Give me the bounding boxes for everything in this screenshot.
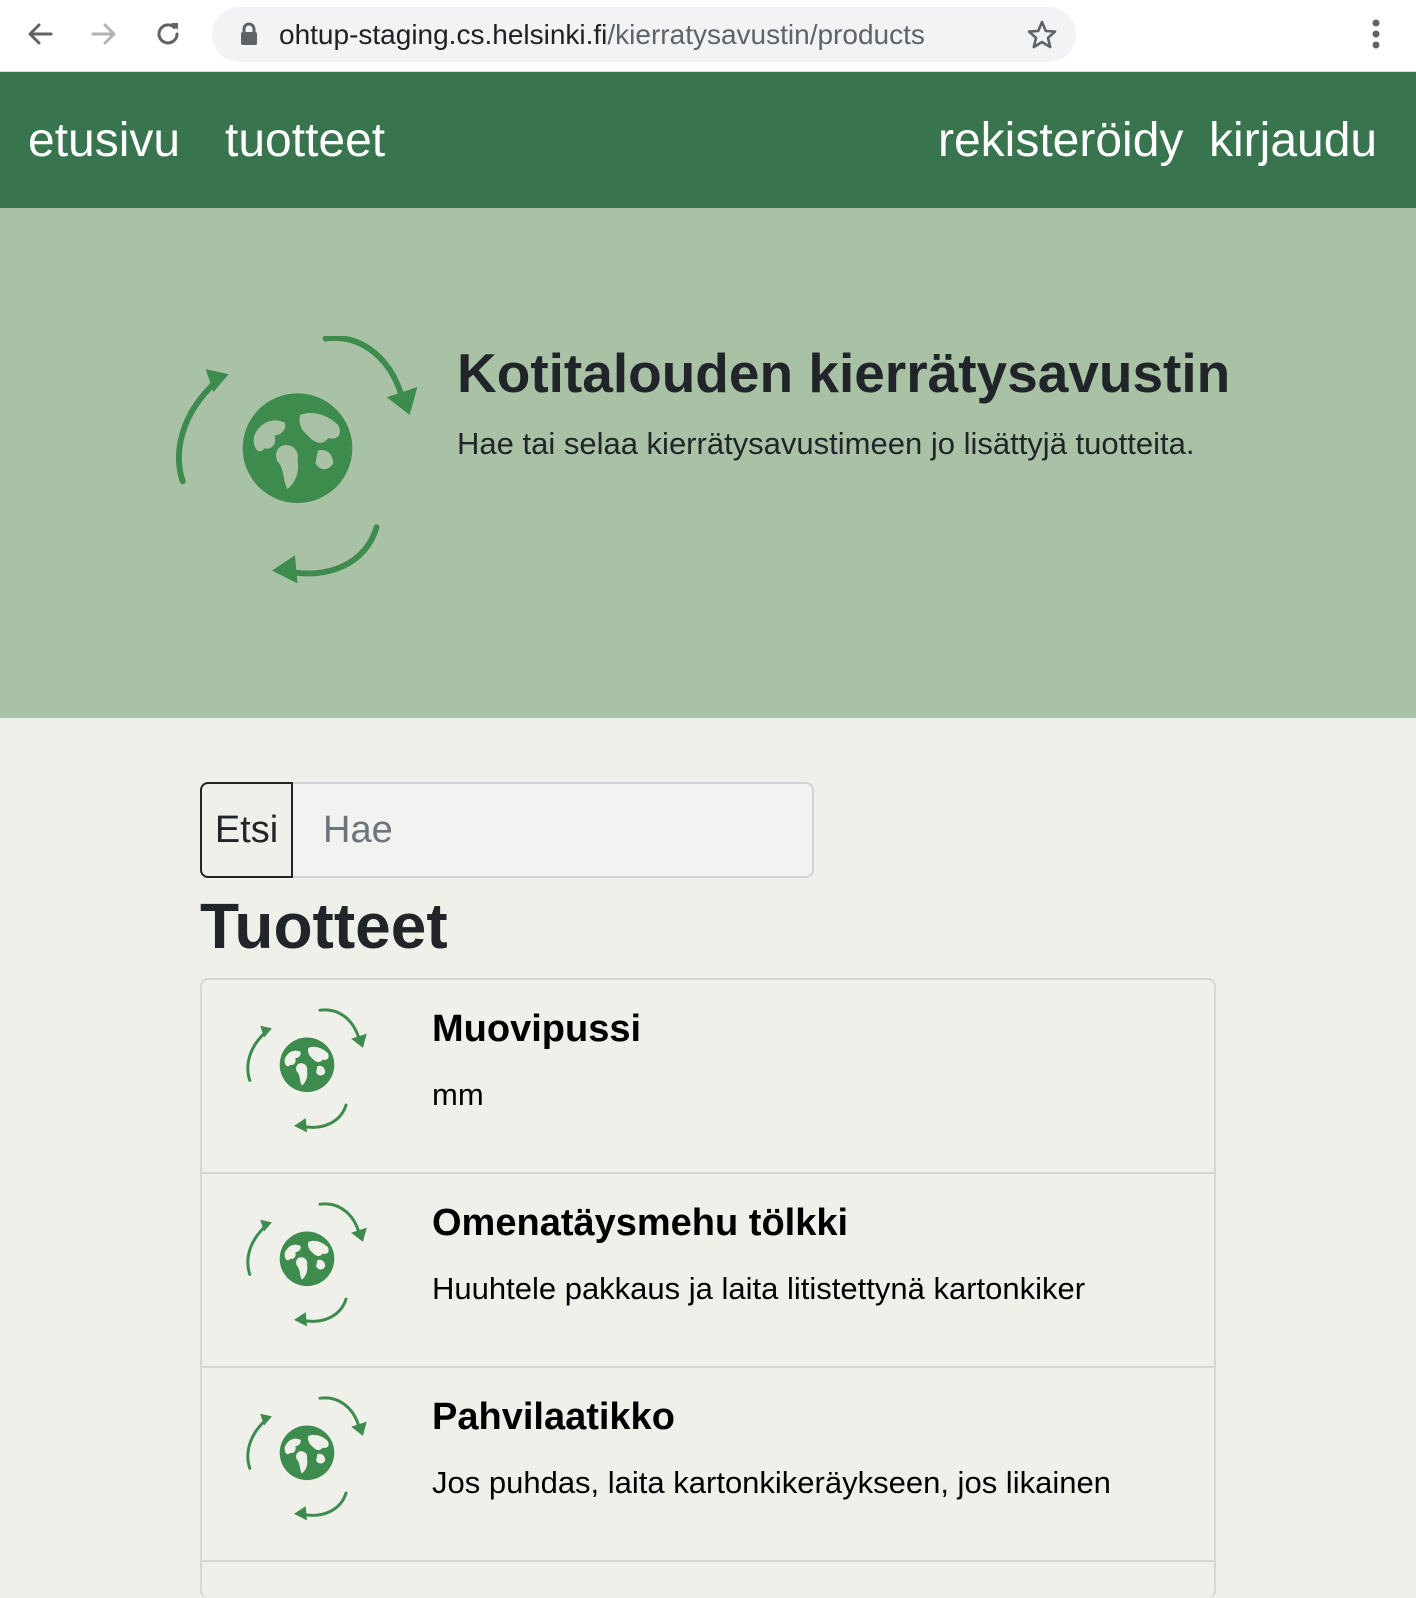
address-bar[interactable]: ohtup-staging.cs.helsinki.fi/kierratysav…: [212, 7, 1076, 62]
url-text: ohtup-staging.cs.helsinki.fi/kierratysav…: [279, 20, 925, 50]
recycle-globe-icon: [176, 336, 418, 584]
arrow-left-icon: [28, 23, 53, 45]
product-description: Jos puhdas, laita kartonkikeräykseen, jo…: [432, 1465, 1111, 1500]
browser-toolbar: ohtup-staging.cs.helsinki.fi/kierratysav…: [0, 0, 1416, 72]
product-name: Pahvilaatikko: [432, 1396, 675, 1438]
search-group: Etsi: [200, 782, 814, 878]
hero-subtitle: Hae tai selaa kierrätysavustimeen jo lis…: [457, 426, 1195, 461]
hero-title: Kotitalouden kierrätysavustin: [457, 342, 1231, 404]
product-item[interactable]: Pahvilaatikko Jos puhdas, laita kartonki…: [202, 1368, 1214, 1562]
search-button[interactable]: Etsi: [200, 782, 293, 878]
site-navbar: etusivu tuotteet rekisteröidy kirjaudu: [0, 72, 1416, 208]
product-item[interactable]: Muovipussi mm: [202, 980, 1214, 1174]
hero-banner: Kotitalouden kierrätysavustin Hae tai se…: [0, 208, 1416, 718]
product-description: Huuhtele pakkaus ja laita litistettynä k…: [432, 1271, 1086, 1306]
nav-link-etusivu[interactable]: etusivu: [28, 113, 180, 169]
arrow-right-icon: [91, 23, 116, 45]
product-list: Muovipussi mm Omenatäysmehu tölkki Huuht…: [200, 978, 1216, 1598]
nav-link-kirjaudu[interactable]: kirjaudu: [1209, 113, 1377, 169]
product-item[interactable]: Omenatäysmehu tölkki Huuhtele pakkaus ja…: [202, 1174, 1214, 1368]
browser-menu-icon[interactable]: [1360, 14, 1392, 54]
product-name: Muovipussi: [432, 1008, 642, 1050]
bookmark-star-icon[interactable]: [1026, 19, 1058, 51]
reload-icon: [157, 23, 179, 45]
forward-button[interactable]: [84, 14, 124, 54]
reload-button[interactable]: [148, 14, 188, 54]
recycle-globe-icon: [246, 1008, 367, 1133]
back-button[interactable]: [20, 14, 60, 54]
lock-icon: [241, 22, 257, 45]
product-description: mm: [432, 1077, 484, 1112]
recycle-globe-icon: [246, 1396, 367, 1521]
url-path: /kierratysavustin/products: [607, 19, 925, 50]
products-heading: Tuotteet: [200, 890, 448, 962]
url-domain: ohtup-staging.cs.helsinki.fi: [279, 19, 608, 50]
recycle-globe-icon: [246, 1202, 367, 1327]
product-name: Omenatäysmehu tölkki: [432, 1202, 849, 1244]
nav-link-tuotteet[interactable]: tuotteet: [225, 113, 385, 169]
nav-link-rekisteroidy[interactable]: rekisteröidy: [938, 113, 1183, 169]
search-input[interactable]: [293, 782, 814, 878]
